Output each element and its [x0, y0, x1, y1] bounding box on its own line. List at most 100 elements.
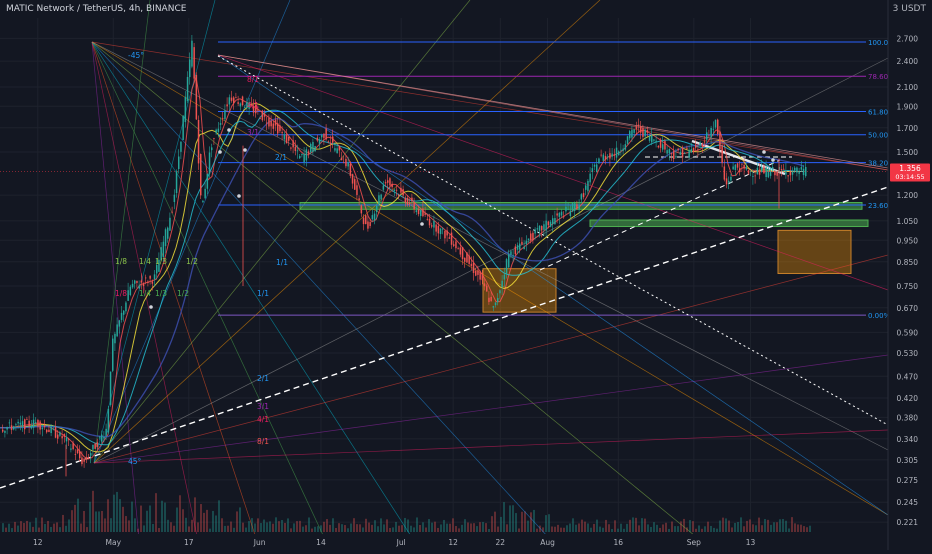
candle-body	[519, 243, 521, 250]
gann-fan-line-bottom	[93, 0, 291, 464]
candle-body	[103, 436, 105, 439]
candle-body	[323, 133, 325, 138]
candle-body	[442, 228, 444, 230]
candle-body	[13, 426, 15, 430]
volume-bar	[644, 518, 646, 532]
time-tick-label: Aug	[540, 538, 555, 547]
candle-body	[138, 285, 140, 289]
candle-body	[472, 262, 475, 273]
volume-bar	[65, 525, 67, 532]
volume-bar	[410, 525, 412, 532]
candle-body	[140, 280, 143, 283]
volume-bar	[56, 522, 58, 532]
candle-body	[787, 175, 789, 177]
volume-bar	[740, 517, 742, 532]
candle-body	[349, 163, 352, 176]
candle-body	[578, 205, 580, 210]
volume-bar	[719, 520, 721, 532]
volume-bar	[242, 522, 244, 532]
candle-body	[74, 454, 77, 455]
candle-body	[340, 157, 343, 161]
candle-body	[180, 141, 182, 152]
volume-bar	[629, 519, 631, 532]
gann-fan-ratio-label: 1/1	[257, 289, 269, 298]
volume-bar	[404, 517, 406, 532]
candle-body	[142, 283, 145, 287]
candle-body	[512, 255, 514, 257]
volume-bar	[416, 517, 418, 532]
candle-body	[285, 134, 288, 144]
volume-bar	[89, 501, 91, 532]
candle-body	[362, 217, 365, 225]
volume-bar	[218, 500, 220, 532]
volume-bar	[2, 523, 4, 532]
volume-bar	[734, 522, 736, 532]
candle-body	[112, 338, 114, 371]
candle-body	[301, 154, 303, 156]
volume-bar	[521, 511, 523, 532]
candle-body	[565, 206, 567, 212]
volume-bar	[77, 498, 79, 532]
volume-bar	[455, 526, 457, 532]
candle-body	[70, 448, 72, 450]
volume-bar	[275, 517, 277, 532]
price-chart[interactable]: 100.00%78.60%61.80%50.00%38.20%23.60%0.0…	[0, 0, 932, 551]
candle-body	[76, 449, 79, 454]
gann-fan-ratio-label: 4/1	[257, 415, 269, 424]
volume-bar	[293, 523, 295, 532]
candle-body	[404, 197, 407, 203]
candle-body	[690, 149, 693, 153]
candle-body	[389, 178, 391, 186]
gann-fan-ratio-label: 1/1	[276, 258, 288, 267]
price-tick-label: 1.700	[897, 124, 919, 133]
volume-bar	[671, 521, 673, 532]
pivot-marker	[237, 194, 241, 198]
volume-bar	[488, 528, 490, 532]
volume-bar	[473, 523, 475, 532]
candle-body	[699, 142, 701, 146]
volume-bar	[74, 504, 76, 532]
volume-bar	[398, 525, 400, 532]
candle-body	[536, 228, 539, 230]
volume-bar	[176, 507, 178, 532]
gann-fan-ratio-label: 1/2	[186, 257, 198, 266]
volume-bar	[299, 520, 301, 532]
volume-bar	[356, 524, 358, 532]
candle-body	[81, 457, 83, 465]
candle-body	[666, 150, 668, 154]
volume-bar	[353, 518, 355, 532]
candle-body	[380, 194, 382, 200]
volume-bar	[728, 520, 730, 532]
candle-body	[206, 173, 209, 189]
candle-body	[461, 247, 464, 260]
candle-body	[184, 96, 187, 123]
candle-body	[50, 426, 52, 434]
volume-bar	[272, 523, 274, 532]
candle-body	[780, 168, 783, 171]
candle-body	[189, 59, 191, 78]
volume-bar	[323, 521, 325, 532]
gann-fan-line-mid	[217, 54, 889, 291]
volume-bar	[437, 527, 439, 532]
candle-body	[785, 170, 787, 175]
candle-body	[195, 74, 198, 120]
price-tick-label: 2.100	[897, 83, 919, 92]
volume-bar	[596, 519, 598, 532]
candle-body	[384, 182, 387, 184]
candle-body	[151, 281, 154, 284]
candle-body	[576, 204, 578, 209]
volume-bar	[560, 527, 562, 532]
candle-body	[426, 218, 429, 220]
candle-body	[510, 251, 512, 255]
volume-bar	[503, 502, 505, 532]
candle-body	[543, 224, 545, 230]
volume-bar	[314, 526, 316, 532]
volume-bar	[698, 525, 700, 532]
candle-body	[263, 113, 266, 117]
volume-bar	[197, 522, 199, 532]
candle-body	[109, 371, 112, 405]
chart-area[interactable]: 100.00% 78.60% 61.80% 50.00% 38.20% 23.60% 0.0…	[0, 0, 932, 551]
candle-body	[563, 216, 565, 218]
candle-body	[347, 162, 349, 167]
time-tick-label: 22	[496, 538, 506, 547]
